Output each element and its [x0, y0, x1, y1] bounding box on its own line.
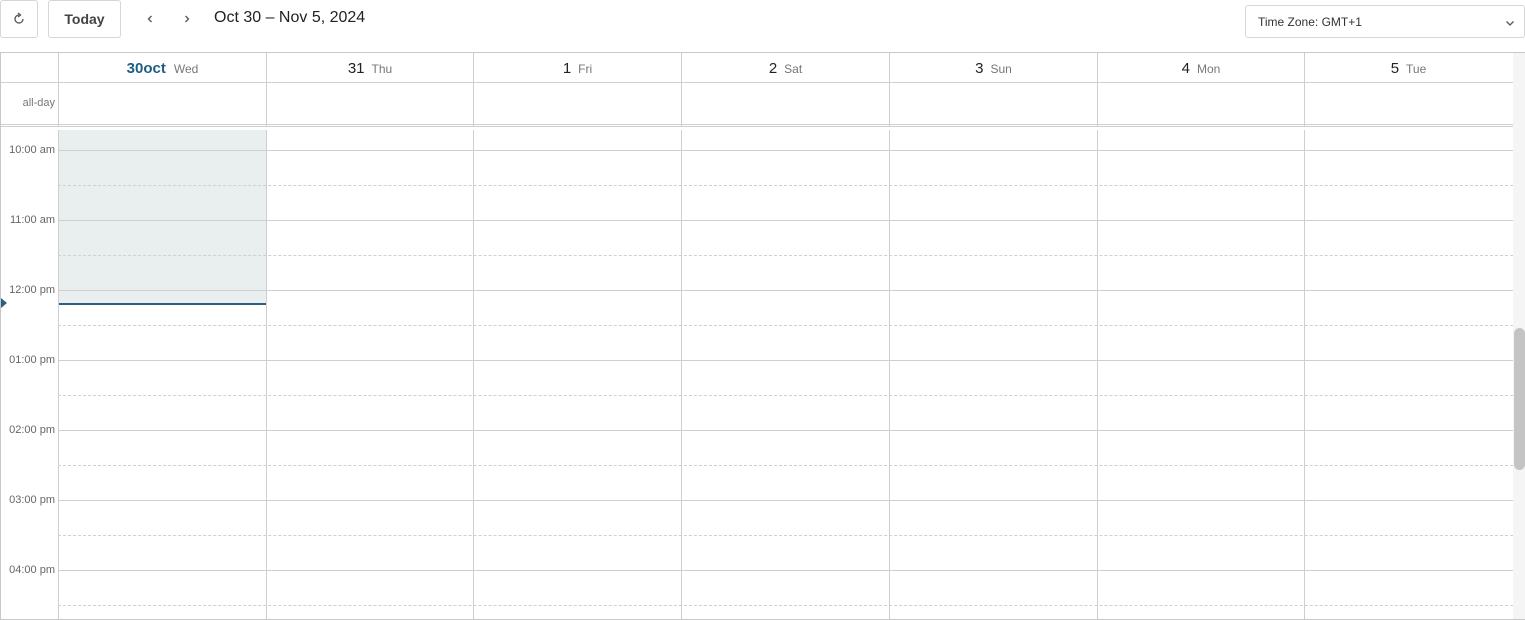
half-hour-line: [58, 255, 1513, 256]
current-time-marker: [1, 298, 7, 308]
hour-line: [58, 430, 1513, 431]
day-name: Tue: [1406, 62, 1427, 76]
all-day-cell[interactable]: [889, 83, 1097, 127]
all-day-row: all-day: [1, 83, 1513, 127]
day-header[interactable]: 1 Fri: [473, 53, 681, 83]
day-number: 2: [768, 59, 778, 77]
date-range-title: Oct 30 – Nov 5, 2024: [214, 9, 366, 26]
day-name: Sat: [784, 62, 803, 76]
refresh-icon: [14, 12, 24, 24]
chevron-right-icon: [185, 15, 190, 23]
day-column-divider: [889, 130, 890, 619]
half-hour-line: [58, 605, 1513, 606]
all-day-cell[interactable]: [681, 83, 889, 127]
all-day-cell[interactable]: [473, 83, 681, 127]
hour-line: [58, 290, 1513, 291]
time-label: 11:00 am: [9, 214, 55, 226]
chevron-left-icon: [147, 15, 152, 23]
day-name: Sun: [990, 62, 1012, 76]
refresh-button[interactable]: [0, 0, 38, 38]
day-header[interactable]: 31 Thu: [266, 53, 473, 83]
day-number: 31: [347, 59, 365, 77]
day-name: Wed: [173, 62, 199, 76]
time-label: 03:00 pm: [9, 494, 55, 506]
day-name: Mon: [1197, 62, 1221, 76]
day-column-divider: [1097, 130, 1098, 619]
next-week-button[interactable]: [176, 8, 198, 30]
day-column-divider: [681, 130, 682, 619]
hour-line: [58, 570, 1513, 571]
all-day-cell[interactable]: [266, 83, 473, 127]
day-number: 3: [975, 59, 984, 77]
timezone-select[interactable]: Time Zone: GMT+1: [1245, 5, 1525, 38]
all-day-label: all-day: [22, 97, 55, 109]
day-header[interactable]: 30oct Wed: [58, 53, 266, 83]
half-hour-line: [58, 325, 1513, 326]
day-column-divider: [266, 130, 267, 619]
hour-line: [58, 150, 1513, 151]
time-label: 12:00 pm: [9, 284, 55, 296]
day-header[interactable]: 3 Sun: [889, 53, 1097, 83]
scrollbar-thumb[interactable]: [1514, 328, 1525, 470]
time-grid[interactable]: 10:00 am 11:00 am 12:00 pm 01:00 pm 02:00 pm…: [1, 130, 1513, 619]
hour-line: [58, 220, 1513, 221]
week-calendar: 30oct Wed 31 Thu 1 Fri 2 Sat 3 Sun 4 Mon 5 Tue all-da…: [0, 52, 1525, 620]
chevron-down-icon: [1506, 21, 1514, 26]
calendar-toolbar: Today Oct 30 – Nov 5, 2024 Time Zone: GM…: [0, 0, 1525, 52]
day-number: 1: [562, 59, 572, 77]
all-day-cell[interactable]: [58, 83, 266, 127]
all-day-cell[interactable]: [1097, 83, 1304, 127]
half-hour-line: [58, 185, 1513, 186]
today-past-shading: [59, 130, 266, 303]
day-header[interactable]: 5 Tue: [1304, 53, 1512, 83]
time-label: 01:00 pm: [9, 354, 55, 366]
current-time-line: [59, 303, 266, 305]
timezone-label: Time Zone: GMT+1: [1258, 14, 1362, 29]
day-name: Thu: [371, 62, 393, 76]
half-hour-line: [58, 535, 1513, 536]
half-hour-line: [58, 395, 1513, 396]
all-day-cell[interactable]: [1304, 83, 1512, 127]
previous-week-button[interactable]: [139, 8, 161, 30]
day-number: 5: [1390, 59, 1400, 77]
day-column-divider: [1304, 130, 1305, 619]
day-number: 30oct: [126, 59, 166, 77]
day-header[interactable]: 4 Mon: [1097, 53, 1304, 83]
day-header-row: 30oct Wed 31 Thu 1 Fri 2 Sat 3 Sun 4 Mon 5 Tue: [1, 53, 1513, 83]
today-button[interactable]: Today: [48, 0, 121, 38]
day-name: Fri: [578, 62, 593, 76]
half-hour-line: [58, 465, 1513, 466]
hour-line: [58, 360, 1513, 361]
time-label: 02:00 pm: [9, 424, 55, 436]
time-label: 10:00 am: [9, 144, 55, 156]
day-column-divider: [58, 130, 59, 619]
hour-line: [58, 500, 1513, 501]
day-header[interactable]: 2 Sat: [681, 53, 889, 83]
day-column-divider: [473, 130, 474, 619]
day-number: 4: [1181, 59, 1190, 77]
time-label: 04:00 pm: [9, 564, 55, 576]
